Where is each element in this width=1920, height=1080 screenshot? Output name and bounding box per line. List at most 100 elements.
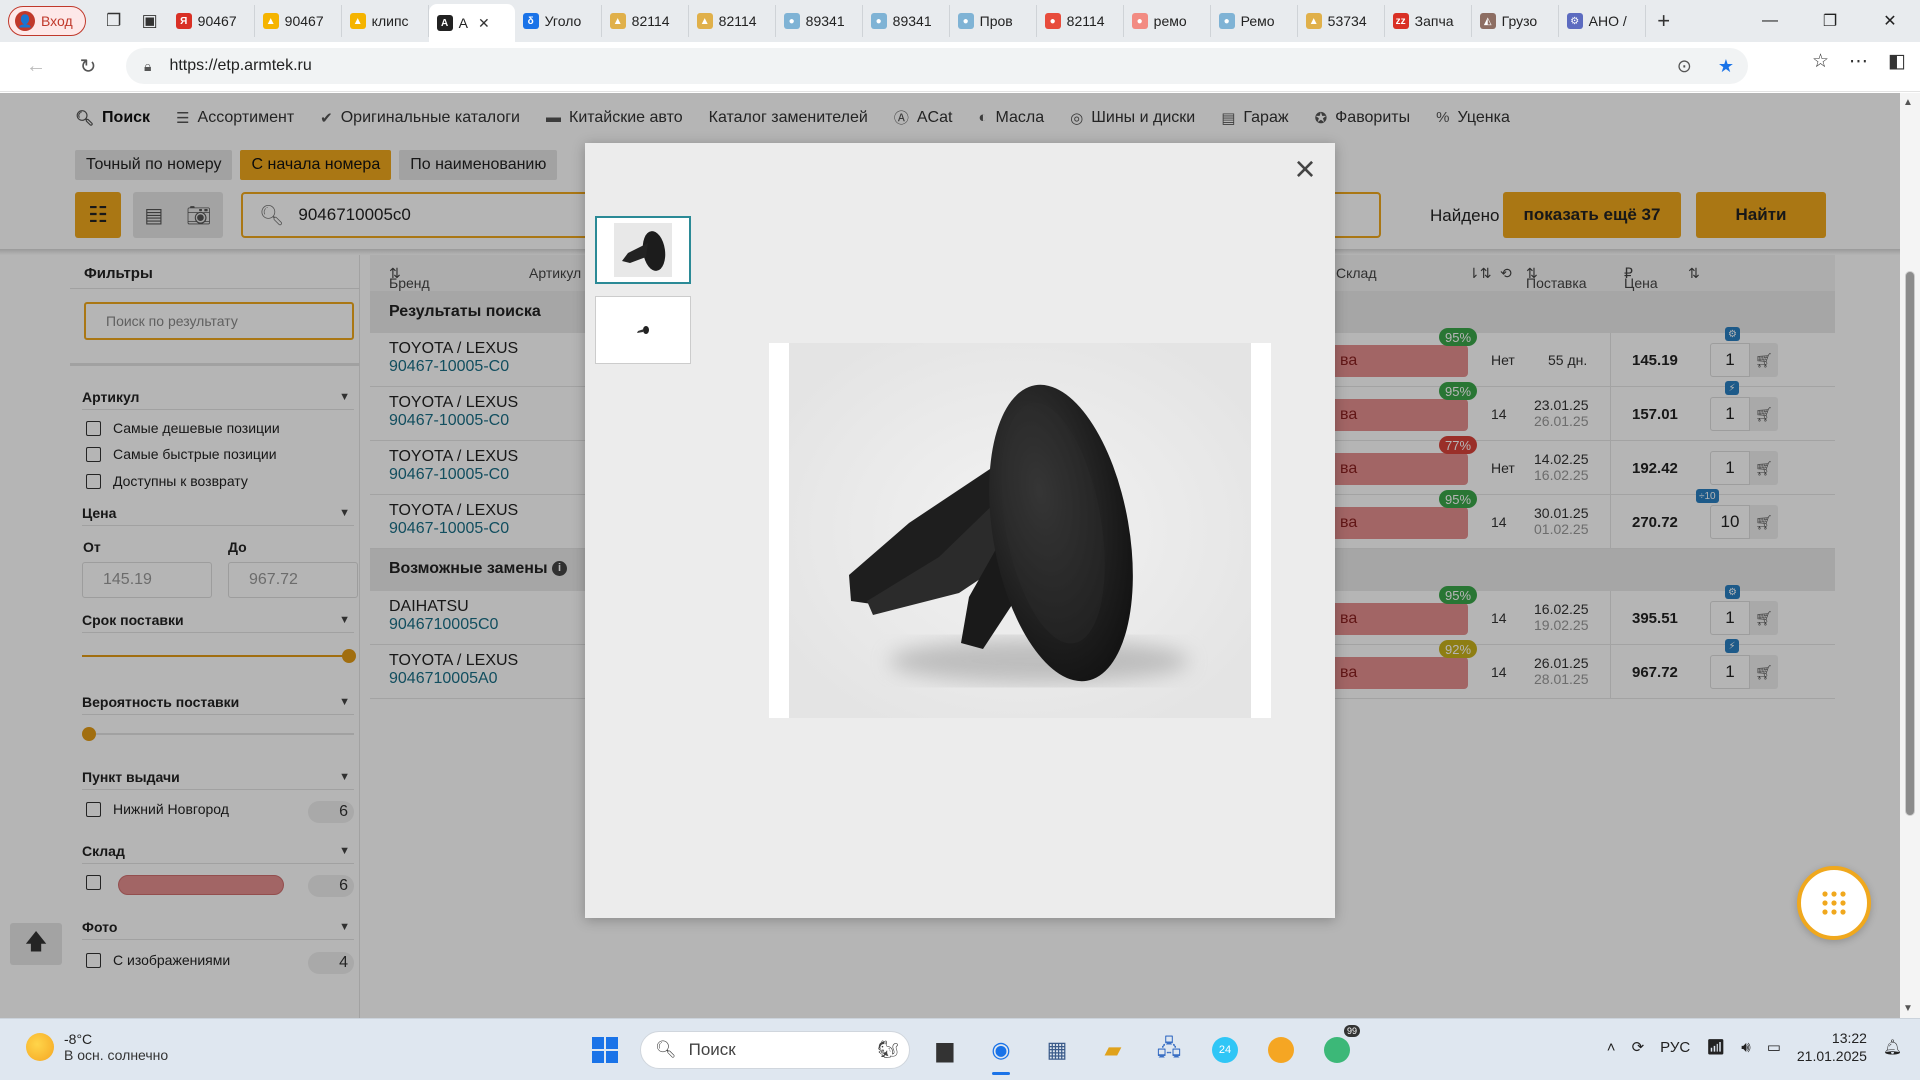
- browser-tab[interactable]: A A ✕: [428, 4, 515, 42]
- new-tab-button[interactable]: +: [1646, 8, 1682, 34]
- tab-title: Грузо: [1501, 13, 1538, 29]
- scroll-down-arrow-icon[interactable]: ▼: [1903, 1003, 1913, 1014]
- more-menu-icon[interactable]: ⋯: [1849, 50, 1868, 73]
- chat-app-icon[interactable]: [1260, 1029, 1302, 1071]
- maximize-button[interactable]: ❐: [1800, 0, 1860, 42]
- close-window-button[interactable]: ✕: [1860, 0, 1920, 42]
- network-app-icon[interactable]: 🖧︎: [1148, 1029, 1190, 1071]
- browser-tab[interactable]: zz Запча: [1385, 5, 1472, 37]
- minimize-button[interactable]: —: [1740, 0, 1800, 42]
- search-icon: 🔍︎: [655, 1040, 677, 1059]
- task-view-icon[interactable]: ▆: [924, 1029, 966, 1071]
- close-tab-icon[interactable]: ✕: [478, 15, 490, 32]
- tab-favicon-icon: ◭: [1479, 13, 1496, 29]
- tab-title: 90467: [284, 13, 324, 29]
- browser-tab[interactable]: Я 90467: [168, 5, 255, 37]
- calculator-icon[interactable]: ▦: [1036, 1029, 1078, 1071]
- tab-strip: Я 90467 ▲ 90467 ▲ клипс A A ✕ δ Уголо ▲ 82114 ▲ 82114 ●…: [168, 0, 1646, 42]
- browser-tab[interactable]: ● Пров: [950, 5, 1037, 37]
- tab-title: 90467: [197, 13, 237, 29]
- favorites-icon[interactable]: ☆: [1812, 50, 1829, 73]
- page-scrollbar[interactable]: ▲ ▼: [1900, 93, 1920, 1018]
- browser-tab-bar: 👤 Вход ❐ ▣ Я 90467 ▲ 90467 ▲ клипс A A ✕ δ Уголо ▲ 8…: [0, 0, 1920, 42]
- scrollbar-thumb[interactable]: [1905, 271, 1915, 816]
- browser-tab[interactable]: ▲ клипс: [342, 5, 429, 37]
- browser-tab[interactable]: ● 89341: [776, 5, 863, 37]
- apps-dial-button[interactable]: [1797, 866, 1871, 940]
- sidebar-icon[interactable]: ◧: [1888, 50, 1906, 73]
- tab-title: A: [458, 15, 469, 31]
- plastic-clip-image: [789, 343, 1251, 718]
- tab-favicon-icon: A: [436, 15, 453, 31]
- back-icon[interactable]: ←: [14, 49, 58, 85]
- sync-icon[interactable]: ⟳: [1632, 1038, 1645, 1056]
- browser-tab[interactable]: ▲ 53734: [1298, 5, 1385, 37]
- favorite-star-icon[interactable]: ★: [1718, 56, 1734, 77]
- volume-icon[interactable]: 🔊︎: [1741, 1039, 1750, 1056]
- bitrix24-green-icon[interactable]: 99: [1316, 1025, 1360, 1071]
- bitrix24-icon[interactable]: 24: [1204, 1029, 1246, 1071]
- tab-favicon-icon: ●: [783, 13, 800, 29]
- thumbnail-2[interactable]: [595, 296, 691, 364]
- tab-favicon-icon: δ: [522, 13, 539, 29]
- profile-button[interactable]: 👤 Вход: [8, 6, 86, 36]
- taskbar-apps: 🔍︎ Поиск 🐿︎ ▆ ◉ ▦ ▰ 🖧︎ 24 99: [584, 1025, 1360, 1075]
- tab-favicon-icon: ▲: [609, 13, 626, 29]
- weather-desc: В осн. солнечно: [64, 1047, 169, 1063]
- system-tray: ˄ ⟳ РУС 📶︎ 🔊︎ ▭ 13:22 21.01.2025 🔔︎: [1607, 1029, 1902, 1065]
- url-text: https://etp.armtek.ru: [169, 57, 312, 74]
- reader-icon[interactable]: ⊙: [1677, 56, 1692, 77]
- clip-thumbnail-image: [637, 326, 649, 334]
- tab-title: Запча: [1414, 13, 1454, 29]
- edge-icon[interactable]: ◉: [980, 1029, 1022, 1075]
- tab-favicon-icon: ▲: [1305, 13, 1322, 29]
- browser-tab[interactable]: ▲ 90467: [255, 5, 342, 37]
- weather-temp: -8°C: [64, 1031, 93, 1047]
- browser-tab[interactable]: ◭ Грузо: [1472, 5, 1559, 37]
- tab-title: 82114: [1066, 13, 1105, 29]
- thumbnail-1[interactable]: [595, 216, 691, 284]
- tab-favicon-icon: ●: [1218, 13, 1235, 29]
- chevron-up-icon[interactable]: ˄: [1607, 1039, 1616, 1056]
- collections-icon[interactable]: ❐: [96, 6, 132, 36]
- tab-title: 82114: [631, 13, 670, 29]
- browser-tab[interactable]: ▲ 82114: [689, 5, 776, 37]
- tab-favicon-icon: zz: [1392, 13, 1409, 29]
- close-icon[interactable]: ×: [1287, 151, 1323, 187]
- profile-label: Вход: [41, 13, 73, 29]
- tab-favicon-icon: ▲: [262, 13, 279, 29]
- tab-actions-icon[interactable]: ▣: [132, 6, 168, 36]
- browser-tab[interactable]: ⚙ АНО /: [1559, 5, 1646, 37]
- tab-favicon-icon: ●: [870, 13, 887, 29]
- browser-tab[interactable]: ● 82114: [1037, 5, 1124, 37]
- browser-tab[interactable]: ▲ 82114: [602, 5, 689, 37]
- tab-title: Пров: [979, 13, 1013, 29]
- image-viewer-modal: ×: [585, 143, 1335, 918]
- refresh-icon[interactable]: ↻: [66, 49, 110, 85]
- tab-title: 82114: [718, 13, 757, 29]
- wifi-icon[interactable]: 📶︎: [1706, 1038, 1725, 1056]
- file-explorer-icon[interactable]: ▰: [1092, 1029, 1134, 1071]
- windows-start-icon[interactable]: [584, 1029, 626, 1071]
- weather-widget[interactable]: -8°C В осн. солнечно: [26, 1031, 168, 1063]
- app-24-label: 24: [1212, 1037, 1238, 1063]
- tab-title: Уголо: [544, 13, 582, 29]
- language-indicator[interactable]: РУС: [1660, 1039, 1690, 1056]
- clock[interactable]: 13:22 21.01.2025: [1797, 1029, 1867, 1065]
- browser-tab[interactable]: ● 89341: [863, 5, 950, 37]
- taskbar-search[interactable]: 🔍︎ Поиск 🐿︎: [640, 1031, 910, 1069]
- battery-icon[interactable]: ▭: [1767, 1038, 1781, 1056]
- squirrel-icon: 🐿︎: [877, 1040, 899, 1059]
- tab-title: 89341: [805, 13, 845, 29]
- browser-tab[interactable]: ● ремо: [1124, 5, 1211, 37]
- clip-thumbnail-image: [614, 223, 672, 277]
- browser-tab[interactable]: δ Уголо: [515, 5, 602, 37]
- windows-logo: [592, 1037, 618, 1063]
- tab-title: 53734: [1327, 13, 1367, 29]
- browser-tab[interactable]: ● Ремо: [1211, 5, 1298, 37]
- url-field[interactable]: 🔒︎ https://etp.armtek.ru ⊙ ★: [126, 48, 1748, 84]
- notification-bell-icon[interactable]: 🔔︎: [1883, 1038, 1902, 1056]
- tab-title: Ремо: [1240, 13, 1275, 29]
- scroll-up-arrow-icon[interactable]: ▲: [1903, 97, 1913, 108]
- lock-icon: 🔒︎: [144, 57, 152, 74]
